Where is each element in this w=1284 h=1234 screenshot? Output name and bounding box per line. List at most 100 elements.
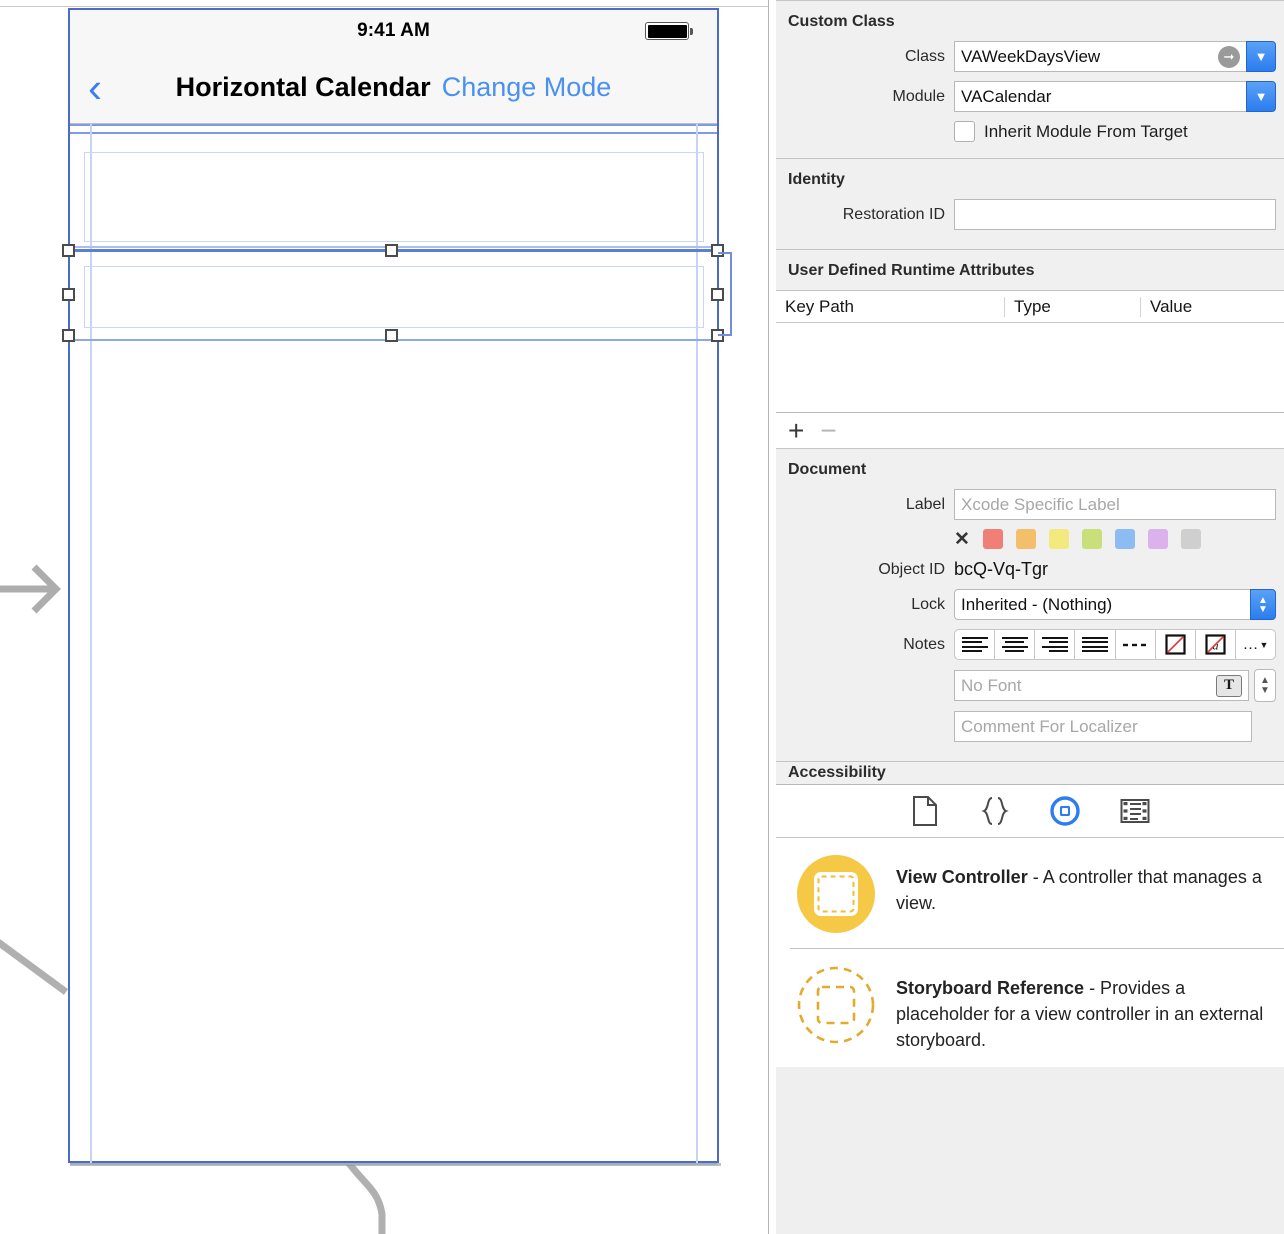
layout-guide-top — [70, 124, 717, 126]
object-id-row: Object ID bcQ-Vq-Tgr — [776, 559, 1284, 580]
runtime-attributes-table-body[interactable] — [776, 323, 1284, 413]
selection-handle-top-left[interactable] — [62, 244, 75, 257]
accessibility-title: Accessibility — [788, 764, 886, 781]
change-mode-button[interactable]: Change Mode — [442, 72, 612, 103]
module-input[interactable]: VACalendar — [954, 81, 1246, 112]
color-swatch-yellow[interactable] — [1048, 529, 1069, 549]
list-item-text: Storyboard Reference - Provides a placeh… — [896, 965, 1270, 1053]
canvas-inspector-divider[interactable] — [768, 0, 769, 1234]
selection-handle-top-center[interactable] — [385, 244, 398, 257]
media-library-tab[interactable] — [1118, 794, 1152, 828]
subview-outline-selected[interactable] — [84, 266, 704, 328]
chevron-down-icon[interactable]: ▼ — [1246, 81, 1276, 112]
identity-title: Identity — [788, 171, 845, 188]
segue-connector-curve-icon[interactable] — [320, 1160, 440, 1234]
selection-handle-bottom-center[interactable] — [385, 329, 398, 342]
lock-stepper-icon[interactable]: ▲ ▼ — [1250, 589, 1276, 620]
align-left-icon[interactable] — [954, 629, 996, 660]
align-center-icon[interactable] — [995, 629, 1036, 660]
list-item-title: Storyboard Reference — [896, 978, 1085, 998]
chevron-down-icon[interactable]: ▼ — [1246, 41, 1276, 72]
font-input[interactable]: No Font T — [954, 670, 1249, 701]
canvas-inspector-gap — [769, 0, 776, 1234]
object-library-list[interactable]: View Controller - A controller that mana… — [776, 838, 1284, 1068]
object-id-label: Object ID — [878, 560, 945, 578]
height-constraint-cap-bottom — [718, 334, 732, 336]
align-right-icon[interactable] — [1035, 629, 1076, 660]
comment-input[interactable]: Comment For Localizer — [954, 711, 1252, 742]
library-tab-bar — [776, 784, 1284, 838]
column-header-key-path[interactable]: Key Path — [776, 296, 1005, 317]
subview-outline-upper[interactable] — [84, 152, 704, 242]
storyboard-canvas[interactable]: 9:41 AM ‹ Horizontal Calendar Change Mod… — [0, 0, 768, 1234]
lock-select[interactable]: Inherited - (Nothing) ▲ ▼ — [954, 589, 1276, 620]
runtime-attributes-title: User Defined Runtime Attributes — [788, 262, 1035, 279]
font-panel-icon[interactable]: T — [1216, 674, 1242, 697]
accessibility-section: Accessibility — [776, 762, 1284, 784]
color-swatch-red[interactable] — [982, 529, 1003, 549]
notes-row: Notes … ▼ — [776, 629, 1284, 660]
font-row: No Font T ▲ ▼ — [776, 669, 1284, 702]
inherit-module-checkbox[interactable] — [954, 121, 975, 142]
more-options-icon[interactable]: … ▼ — [1235, 629, 1276, 660]
list-item-text: View Controller - A controller that mana… — [896, 854, 1270, 916]
list-item[interactable]: View Controller - A controller that mana… — [776, 838, 1284, 948]
jump-to-definition-icon[interactable]: ➞ — [1218, 45, 1240, 68]
file-template-library-tab[interactable] — [908, 794, 942, 828]
runtime-attributes-toolbar: + − — [776, 413, 1284, 449]
lock-label: Lock — [911, 595, 945, 613]
font-stepper-icon[interactable]: ▲ ▼ — [1254, 669, 1276, 702]
lock-value: Inherited - (Nothing) — [961, 594, 1113, 614]
selection-handle-middle-right[interactable] — [711, 288, 724, 301]
class-combo[interactable]: VAWeekDaysView ➞ ▼ — [954, 41, 1276, 72]
object-library-tab[interactable] — [1048, 794, 1082, 828]
add-attribute-button[interactable]: + — [788, 416, 804, 445]
color-swatch-purple[interactable] — [1147, 529, 1168, 549]
document-color-swatches: ✕ — [776, 529, 1284, 549]
identity-inspector-panel[interactable]: Custom Class Class VAWeekDaysView ➞ ▼ Mo… — [776, 0, 1284, 1234]
class-input[interactable]: VAWeekDaysView ➞ — [954, 41, 1246, 72]
view-controller-content-view[interactable] — [68, 124, 719, 1165]
lock-value-display[interactable]: Inherited - (Nothing) — [954, 589, 1250, 620]
custom-class-section: Custom Class Class VAWeekDaysView ➞ ▼ Mo… — [776, 1, 1284, 158]
nav-bar-title: Horizontal Calendar — [175, 72, 431, 102]
document-label-placeholder: Xcode Specific Label — [961, 494, 1120, 514]
no-color-icon[interactable] — [1155, 629, 1196, 660]
object-id-value: bcQ-Vq-Tgr — [954, 559, 1049, 579]
document-label-row: Label Xcode Specific Label — [776, 489, 1284, 520]
color-swatch-orange[interactable] — [1015, 529, 1036, 549]
navigation-bar[interactable]: ‹ Horizontal Calendar Change Mode — [70, 52, 717, 124]
color-swatch-gray[interactable] — [1180, 529, 1201, 549]
view-controller-scene[interactable]: 9:41 AM ‹ Horizontal Calendar Change Mod… — [68, 8, 719, 1165]
column-header-value[interactable]: Value — [1141, 297, 1284, 317]
color-swatch-green[interactable] — [1081, 529, 1102, 549]
layout-guide-top-2 — [70, 132, 717, 134]
dashes-icon[interactable] — [1115, 629, 1156, 660]
comment-placeholder: Comment For Localizer — [961, 716, 1138, 736]
clear-color-icon[interactable]: ✕ — [954, 530, 970, 549]
runtime-attributes-header: Key Path Type Value — [776, 290, 1284, 323]
module-value: VACalendar — [961, 86, 1052, 106]
selection-handle-middle-left[interactable] — [62, 288, 75, 301]
selection-handle-top-right[interactable] — [711, 244, 724, 257]
restoration-id-input[interactable] — [954, 199, 1276, 230]
code-snippet-library-tab[interactable] — [978, 794, 1012, 828]
storyboard-reference-icon — [796, 965, 876, 1045]
no-font-color-icon[interactable]: a — [1195, 629, 1236, 660]
restoration-id-label: Restoration ID — [842, 205, 945, 223]
custom-class-title: Custom Class — [788, 13, 895, 30]
notes-format-toolbar: a …▼ — [954, 629, 1276, 660]
align-justify-icon[interactable] — [1075, 629, 1116, 660]
color-swatch-blue[interactable] — [1114, 529, 1135, 549]
height-constraint-bar[interactable] — [730, 252, 732, 336]
comment-row: Comment For Localizer — [776, 711, 1284, 742]
chevron-left-icon[interactable]: ‹ — [88, 66, 102, 109]
list-item[interactable]: Storyboard Reference - Provides a placeh… — [776, 949, 1284, 1067]
document-label-input[interactable]: Xcode Specific Label — [954, 489, 1276, 520]
segue-connector-icon[interactable] — [0, 900, 70, 1020]
inherit-module-row[interactable]: Inherit Module From Target — [776, 121, 1284, 142]
selection-handle-bottom-left[interactable] — [62, 329, 75, 342]
column-header-type[interactable]: Type — [1005, 296, 1141, 317]
module-combo[interactable]: VACalendar ▼ — [954, 81, 1276, 112]
remove-attribute-button[interactable]: − — [820, 416, 836, 445]
